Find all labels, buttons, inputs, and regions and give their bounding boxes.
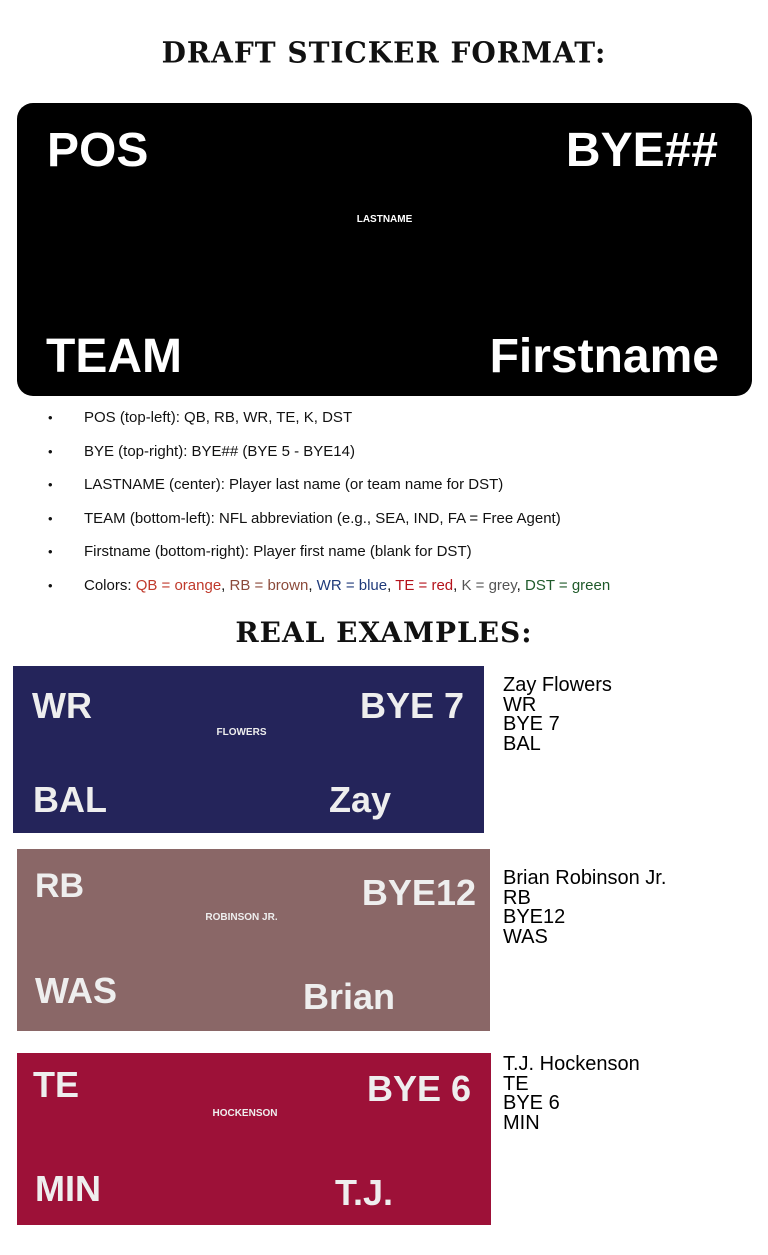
colors-prefix: Colors: xyxy=(84,576,136,594)
caption-team: BAL xyxy=(503,732,541,755)
sticker-firstname: Zay xyxy=(329,779,392,820)
sticker-firstname: Brian xyxy=(303,976,396,1017)
note-firstname: • Firstname (bottom-right): Player first … xyxy=(48,539,610,573)
bullet: • xyxy=(48,477,53,492)
note-pos: • POS (top-left): QB, RB, WR, TE, K, DST xyxy=(48,405,610,439)
note-text: TEAM (bottom-left): NFL abbreviation (e.… xyxy=(84,509,561,527)
format-notes: • POS (top-left): QB, RB, WR, TE, K, DST … xyxy=(48,405,610,606)
sticker-pos: RB xyxy=(35,867,85,905)
separator: , xyxy=(221,576,230,594)
color-k: K = grey xyxy=(461,576,517,594)
template-team: TEAM xyxy=(46,330,182,383)
template-pos: POS xyxy=(47,124,149,177)
caption-name: Brian Robinson Jr. xyxy=(503,867,667,889)
caption-team: MIN xyxy=(503,1111,540,1134)
note-team: • TEAM (bottom-left): NFL abbreviation (e… xyxy=(48,506,610,540)
example-caption-robinson: Brian Robinson Jr. RB BYE12 WAS xyxy=(503,867,667,948)
caption-name: Zay Flowers xyxy=(503,674,612,696)
note-text: LASTNAME (center): Player last name (or … xyxy=(84,476,504,493)
color-qb: QB = orange xyxy=(135,576,222,594)
sticker-bye: BYE12 xyxy=(361,872,476,913)
sticker-lastname: FLOWERS xyxy=(216,727,267,738)
sticker-pos: TE xyxy=(33,1064,80,1105)
caption-bye: BYE 7 xyxy=(503,713,560,735)
example-sticker-flowers: WR BYE 7 FLOWERS BAL Zay xyxy=(13,666,484,833)
sticker-lastname: HOCKENSON xyxy=(212,1108,278,1119)
caption-name: T.J. Hockenson xyxy=(503,1053,640,1075)
color-rb: RB = brown xyxy=(229,576,309,594)
sticker-pos: WR xyxy=(32,685,92,726)
bullet: • xyxy=(48,544,53,559)
example-sticker-hockenson: TE BYE 6 HOCKENSON MIN T.J. xyxy=(17,1053,491,1225)
sticker-template: POS BYE## LASTNAME TEAM Firstname xyxy=(17,103,752,396)
note-text: POS (top-left): QB, RB, WR, TE, K, DST xyxy=(84,409,353,426)
example-caption-flowers: Zay Flowers WR BYE 7 BAL xyxy=(503,674,612,755)
caption-bye: BYE12 xyxy=(503,906,566,928)
separator: , xyxy=(308,576,317,594)
example-caption-hockenson: T.J. Hockenson TE BYE 6 MIN xyxy=(503,1053,640,1134)
separator: , xyxy=(387,576,396,594)
bullet: • xyxy=(48,577,53,593)
sticker-bye: BYE 6 xyxy=(366,1068,471,1109)
sticker-team: BAL xyxy=(33,779,107,820)
color-wr: WR = blue xyxy=(316,576,388,594)
bullet: • xyxy=(48,410,53,425)
note-text: Firstname (bottom-right): Player first n… xyxy=(84,543,472,560)
sticker-team: MIN xyxy=(35,1168,101,1209)
sticker-bye: BYE 7 xyxy=(359,685,464,726)
sticker-lastname: ROBINSON JR. xyxy=(205,912,278,923)
caption-bye: BYE 6 xyxy=(503,1092,560,1114)
sticker-team: WAS xyxy=(35,970,118,1011)
separator: , xyxy=(516,576,525,594)
template-firstname: Firstname xyxy=(489,330,719,383)
note-colors: • Colors: QB = orange, RB = brown, WR = b… xyxy=(48,573,610,607)
sticker-firstname: T.J. xyxy=(335,1172,394,1213)
bullet: • xyxy=(48,443,53,459)
template-bye: BYE## xyxy=(565,124,718,177)
bullet: • xyxy=(48,510,53,526)
note-lastname: • LASTNAME (center): Player last name (or… xyxy=(48,472,610,506)
note-text: BYE (top-right): BYE## (BYE 5 - BYE14) xyxy=(84,442,355,460)
example-sticker-robinson: RB BYE12 ROBINSON JR. WAS Brian xyxy=(17,849,490,1031)
template-lastname: LASTNAME xyxy=(356,214,413,225)
note-bye: • BYE (top-right): BYE## (BYE 5 - BYE14) xyxy=(48,439,610,473)
examples-heading: REAL EXAMPLES: xyxy=(235,616,533,649)
color-te: TE = red xyxy=(395,576,454,594)
format-heading: DRAFT STICKER FORMAT: xyxy=(161,35,607,70)
color-dst: DST = green xyxy=(525,576,611,594)
caption-team: WAS xyxy=(503,925,548,948)
